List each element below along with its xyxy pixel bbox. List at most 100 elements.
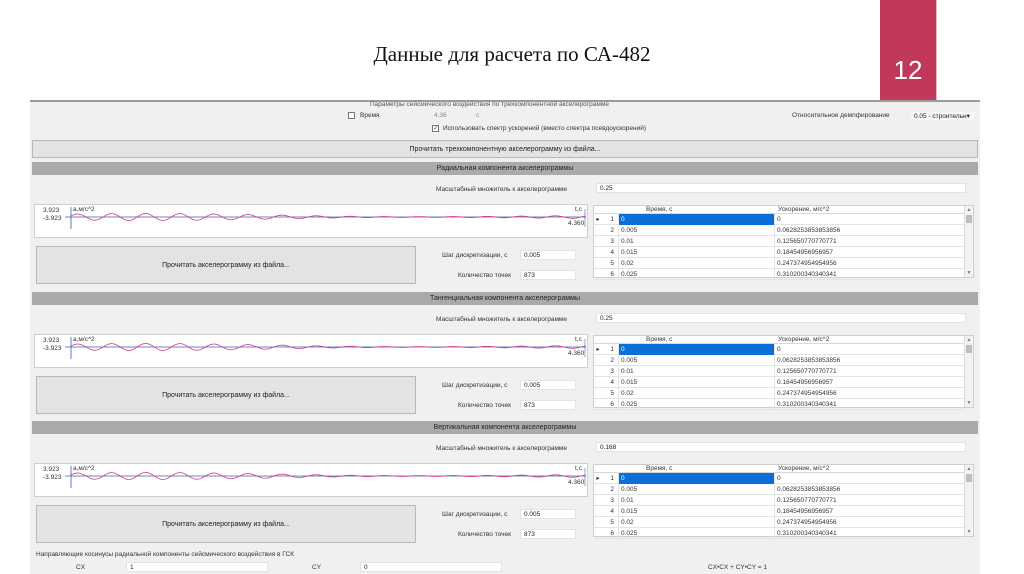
col-time-header[interactable]: Время, с [618, 206, 774, 214]
x-axis-label: t,с [575, 206, 582, 213]
table-row[interactable]: 4 0.015 0.18454956956957 [594, 506, 964, 517]
app-window: Параметры сейсмического воздействия по т… [30, 100, 980, 574]
points-input[interactable]: 873 [520, 400, 576, 410]
time-cell[interactable]: 0.025 [618, 269, 774, 280]
scale-input[interactable]: 0.25 [596, 313, 966, 323]
read-three-component-button[interactable]: Прочитать трехкомпонентную акселерограмм… [32, 140, 978, 158]
read-accelerogram-button[interactable]: Прочитать акселерограмму из файла... [36, 505, 416, 543]
time-cell[interactable]: 0.02 [618, 388, 774, 399]
accel-cell[interactable]: 0.125650770770771 [774, 366, 964, 377]
table-scrollbar[interactable]: ▲ ▼ [964, 206, 973, 277]
table-row[interactable]: 6 0.025 0.310200340340341 [594, 269, 964, 280]
time-cell[interactable]: 0.025 [618, 528, 774, 539]
table-row[interactable]: 2 0.005 0.0628253853853856 [594, 484, 964, 495]
use-spectrum-checkbox[interactable] [432, 124, 439, 132]
accel-cell[interactable]: 0.125650770770771 [774, 236, 964, 247]
accel-cell[interactable]: 0.310200340340341 [774, 269, 964, 280]
time-cell[interactable]: 0.015 [618, 247, 774, 258]
time-cell[interactable]: 0 [618, 214, 774, 225]
col-time-header[interactable]: Время, с [618, 336, 774, 344]
table-row[interactable]: 2 0.005 0.0628253853853856 [594, 355, 964, 366]
accel-cell[interactable]: 0.247374954954956 [774, 388, 964, 399]
time-cell[interactable]: 0.01 [618, 495, 774, 506]
table-row[interactable]: 6 0.025 0.310200340340341 [594, 528, 964, 539]
time-cell[interactable]: 0.02 [618, 258, 774, 269]
time-cell[interactable]: 0.02 [618, 517, 774, 528]
points-input[interactable]: 873 [520, 529, 576, 539]
row-number: 3 [610, 238, 614, 245]
table-row[interactable]: 4 0.015 0.18454956956957 [594, 377, 964, 388]
table-scrollbar[interactable]: ▲ ▼ [964, 336, 973, 407]
time-cell[interactable]: 0.005 [618, 225, 774, 236]
scroll-up-icon[interactable]: ▲ [966, 337, 972, 343]
scroll-thumb[interactable] [966, 345, 972, 353]
accel-cell[interactable]: 0.18454956956957 [774, 377, 964, 388]
col-accel-header[interactable]: Ускорение, м/с^2 [774, 206, 964, 214]
table-row[interactable]: 2 0.005 0.0628253853853856 [594, 225, 964, 236]
scale-label: Масштабный множитель к акселерограмме [436, 316, 567, 323]
time-cell[interactable]: 0 [618, 473, 774, 484]
table-header: Время, с Ускорение, м/с^2 [594, 465, 964, 473]
time-cell[interactable]: 0.015 [618, 506, 774, 517]
accel-cell[interactable]: 0.247374954954956 [774, 258, 964, 269]
scale-input[interactable]: 0.25 [596, 183, 966, 193]
accel-cell[interactable]: 0.247374954954956 [774, 517, 964, 528]
cy-field[interactable]: 0 [360, 562, 502, 572]
time-cell[interactable]: 0.01 [618, 366, 774, 377]
row-number: 1 [610, 216, 614, 223]
step-input[interactable]: 0.005 [520, 380, 576, 390]
accel-cell[interactable]: 0.0628253853853856 [774, 355, 964, 366]
table-row[interactable]: ▸ 1 0 0 [594, 344, 964, 355]
accel-cell[interactable]: 0 [774, 344, 964, 355]
damping-select[interactable]: 0.05 - строительн▾ [910, 111, 976, 121]
table-row[interactable]: 5 0.02 0.247374954954956 [594, 258, 964, 269]
col-time-header[interactable]: Время, с [618, 465, 774, 473]
step-input[interactable]: 0.005 [520, 509, 576, 519]
scroll-thumb[interactable] [966, 474, 972, 482]
step-label: Шаг дискретизации, с [442, 252, 508, 259]
scroll-down-icon[interactable]: ▼ [966, 400, 972, 406]
accel-cell[interactable]: 0.18454956956957 [774, 247, 964, 258]
col-accel-header[interactable]: Ускорение, м/с^2 [774, 336, 964, 344]
scroll-down-icon[interactable]: ▼ [966, 270, 972, 276]
time-cell[interactable]: 0.025 [618, 399, 774, 410]
table-row[interactable]: 5 0.02 0.247374954954956 [594, 517, 964, 528]
scroll-thumb[interactable] [966, 215, 972, 223]
table-row[interactable]: 3 0.01 0.125650770770771 [594, 495, 964, 506]
points-input[interactable]: 873 [520, 270, 576, 280]
accel-cell[interactable]: 0.310200340340341 [774, 528, 964, 539]
scale-input[interactable]: 0.168 [596, 442, 966, 452]
step-input[interactable]: 0.005 [520, 250, 576, 260]
accel-cell[interactable]: 0 [774, 214, 964, 225]
scroll-up-icon[interactable]: ▲ [966, 207, 972, 213]
accelerogram-table: Время, с Ускорение, м/с^2 ▸ 1 0 0 2 0.00… [593, 464, 974, 539]
table-row[interactable]: 5 0.02 0.247374954954956 [594, 388, 964, 399]
table-row[interactable]: 4 0.015 0.18454956956957 [594, 247, 964, 258]
col-accel-header[interactable]: Ускорение, м/с^2 [774, 465, 964, 473]
scroll-up-icon[interactable]: ▲ [966, 466, 972, 472]
read-accelerogram-button[interactable]: Прочитать акселерограмму из файла... [36, 376, 416, 414]
table-row[interactable]: ▸ 1 0 0 [594, 473, 964, 484]
table-scrollbar[interactable]: ▲ ▼ [964, 465, 973, 536]
accel-cell[interactable]: 0.18454956956957 [774, 506, 964, 517]
cx-label: CX [76, 564, 86, 571]
accel-cell[interactable]: 0.0628253853853856 [774, 225, 964, 236]
accelerogram-table: Время, с Ускорение, м/с^2 ▸ 1 0 0 2 0.00… [593, 335, 974, 410]
table-row[interactable]: 3 0.01 0.125650770770771 [594, 236, 964, 247]
time-cell[interactable]: 0.005 [618, 484, 774, 495]
table-row[interactable]: ▸ 1 0 0 [594, 214, 964, 225]
cx-field[interactable]: 1 [126, 562, 268, 572]
time-cell[interactable]: 0 [618, 344, 774, 355]
time-cell[interactable]: 0.005 [618, 355, 774, 366]
time-cell[interactable]: 0.01 [618, 236, 774, 247]
table-row[interactable]: 6 0.025 0.310200340340341 [594, 399, 964, 410]
table-row[interactable]: 3 0.01 0.125650770770771 [594, 366, 964, 377]
accel-cell[interactable]: 0 [774, 473, 964, 484]
accel-cell[interactable]: 0.125650770770771 [774, 495, 964, 506]
time-checkbox[interactable] [348, 112, 355, 119]
scroll-down-icon[interactable]: ▼ [966, 529, 972, 535]
time-cell[interactable]: 0.015 [618, 377, 774, 388]
accel-cell[interactable]: 0.0628253853853856 [774, 484, 964, 495]
accel-cell[interactable]: 0.310200340340341 [774, 399, 964, 410]
read-accelerogram-button[interactable]: Прочитать акселерограмму из файла... [36, 246, 416, 284]
